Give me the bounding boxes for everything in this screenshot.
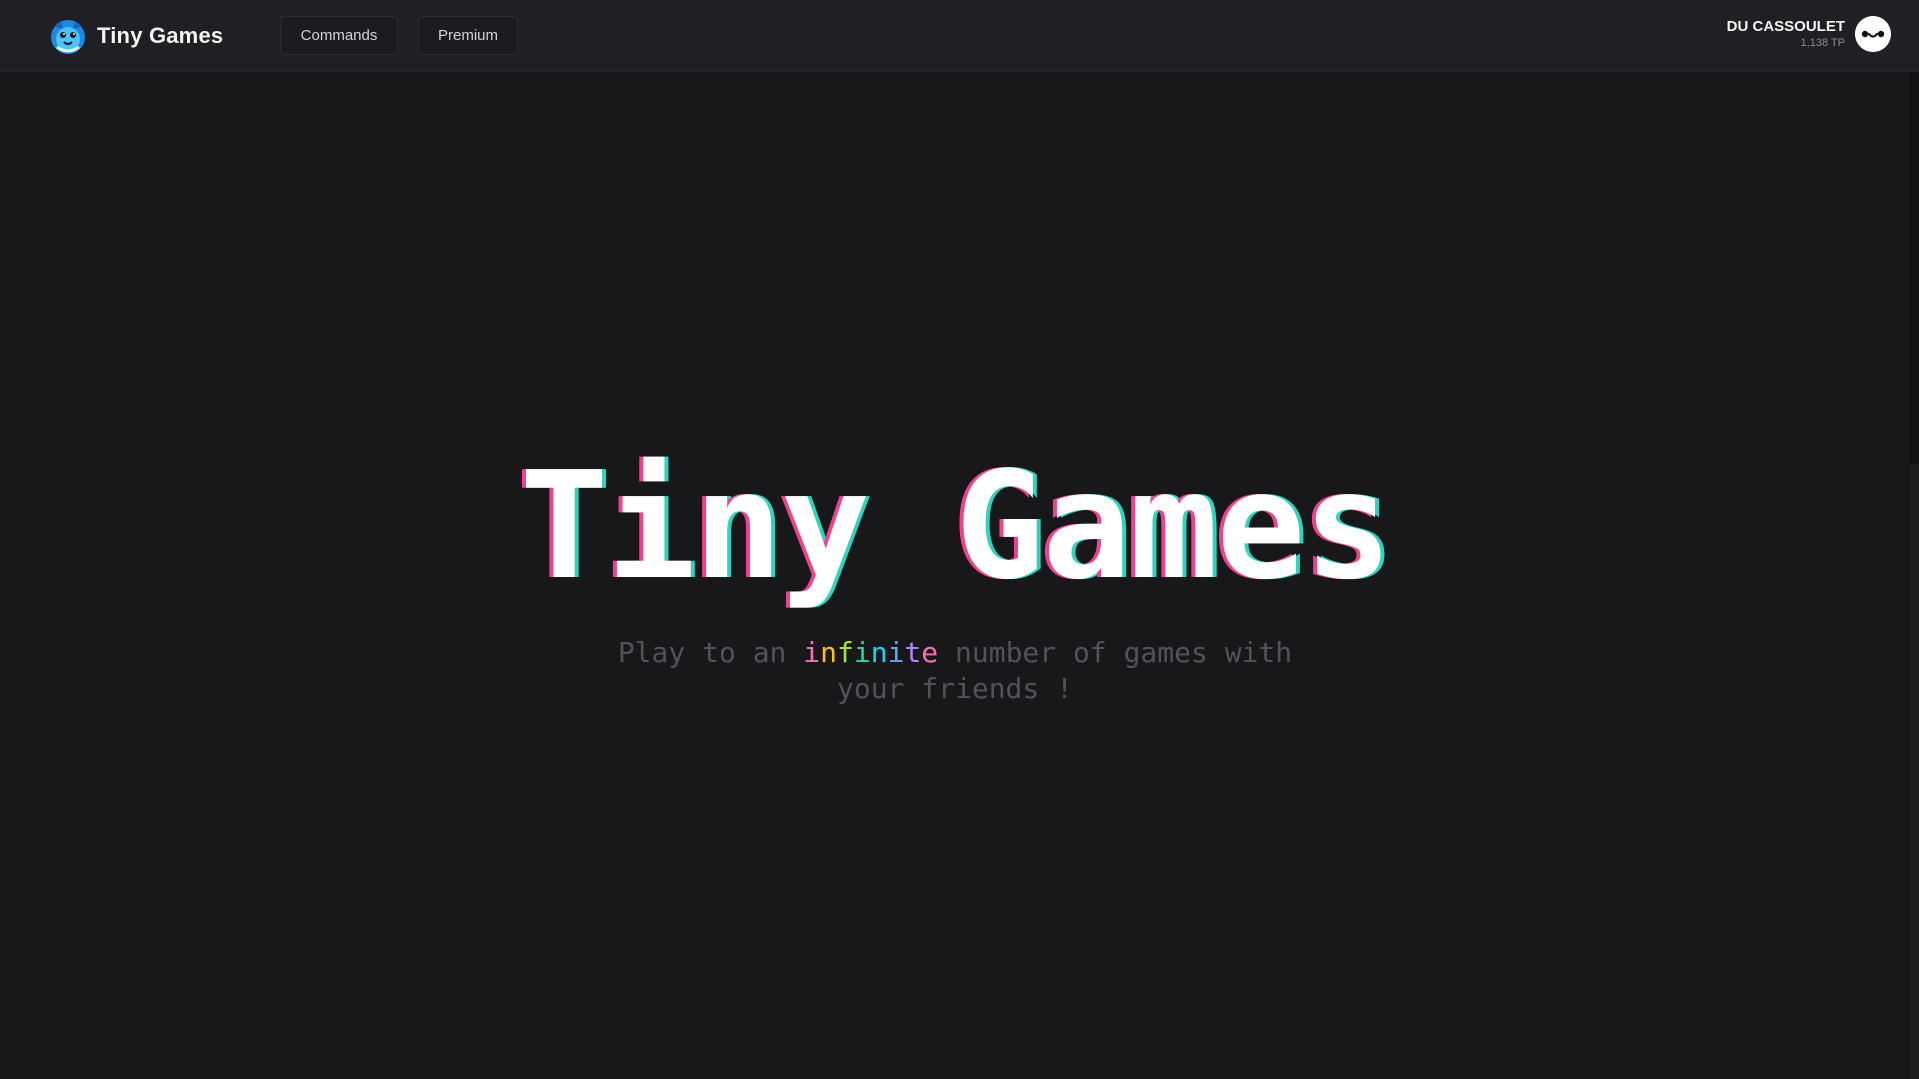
page: Tiny Games Commands Premium DU CASSOULET…: [0, 0, 1919, 1079]
highlight-letter: f: [836, 636, 854, 669]
brand-name: Tiny Games: [97, 23, 224, 48]
user-info: DU CASSOULET 1,138 TP: [1727, 19, 1845, 49]
subtitle-before: Play to an: [617, 636, 804, 669]
highlight-letter: t: [904, 636, 922, 669]
scrollbar-thumb[interactable]: [1910, 72, 1919, 464]
user-name: DU CASSOULET: [1726, 18, 1845, 35]
commands-nav-button[interactable]: Commands: [280, 16, 398, 55]
avatar-icon[interactable]: [1855, 16, 1891, 52]
premium-nav-button[interactable]: Premium: [418, 16, 518, 55]
highlight-letter: i: [853, 636, 871, 669]
hero-subtitle: Play to an infinite number of games with…: [595, 635, 1315, 707]
top-navbar: Tiny Games Commands Premium DU CASSOULET…: [0, 0, 1919, 72]
highlight-letter: i: [887, 636, 905, 669]
hero-section: Tiny Games Play to an infinite number of…: [0, 72, 1910, 1079]
highlight-letter: i: [803, 636, 821, 669]
user-points: 1,138 TP: [1800, 37, 1845, 49]
highlight-letter: n: [820, 636, 837, 669]
brand-link[interactable]: Tiny Games: [49, 17, 223, 55]
highlight-letter: n: [870, 636, 888, 669]
user-menu[interactable]: DU CASSOULET 1,138 TP: [1727, 16, 1891, 52]
brand-logo-icon: [51, 20, 85, 54]
subtitle-highlight: infinite: [803, 636, 938, 669]
highlight-letter: e: [921, 636, 939, 669]
hero-title: Tiny Games: [519, 440, 1392, 612]
